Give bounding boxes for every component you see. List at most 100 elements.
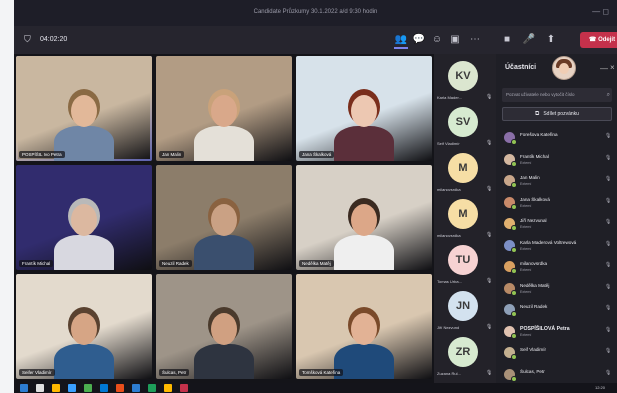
mic-off-icon[interactable]: 🎙 (605, 284, 611, 290)
explorer-icon[interactable] (52, 384, 60, 392)
participant-face (211, 95, 237, 127)
rail-participant[interactable]: TU Tomas Urba... 🎙 (434, 242, 496, 288)
avatar[interactable] (552, 56, 576, 80)
participant-role: Externí (520, 332, 532, 337)
participant-video (329, 299, 399, 379)
start-icon[interactable] (20, 384, 28, 392)
rail-participant-name: Tomas Urba... (437, 279, 462, 284)
participant-role: Externí (520, 268, 532, 272)
video-tile[interactable]: Jana Škalková (296, 56, 432, 161)
participant-name: Nedělka Matěj (520, 282, 550, 288)
mic-off-icon[interactable]: 🎙 (605, 198, 611, 204)
chrome-icon[interactable] (180, 384, 188, 392)
mic-off-icon[interactable]: 🎙 (605, 133, 611, 139)
participant-video (329, 81, 399, 161)
mic-off-icon[interactable]: 🎙 (605, 155, 611, 161)
video-tile[interactable]: Neuzil Radek (156, 165, 292, 270)
participant-row[interactable]: Seif Vladimír 🎙 (496, 343, 617, 366)
reactions-icon[interactable]: ☺ (430, 33, 444, 47)
mic-off-icon[interactable]: 🎙 (605, 241, 611, 247)
chat-icon[interactable]: 💬 (412, 33, 426, 47)
mic-off-icon[interactable]: 🎙 (605, 348, 611, 354)
rail-participant-name: Karla Mader... (437, 95, 462, 100)
rail-participant[interactable]: SV Seif Vladimír 🎙 (434, 104, 496, 150)
mic-off-icon[interactable]: 🎙 (605, 176, 611, 182)
teams-icon[interactable] (148, 384, 156, 392)
camera-icon[interactable]: ■ (500, 33, 514, 47)
folder-icon[interactable] (164, 384, 172, 392)
participant-face (211, 204, 237, 236)
leave-button[interactable]: ☎ Odejít (580, 32, 617, 48)
mic-off-icon: 🎙 (486, 370, 493, 376)
participant-row[interactable]: Nedělka Matěj Externí 🎙 (496, 279, 617, 302)
participant-name: Karla Maderová Voltrewová (520, 239, 577, 245)
mic-off-icon[interactable]: 🎙 (605, 370, 611, 376)
minimize-icon[interactable]: — (600, 64, 608, 73)
rail-participant[interactable]: JN Jiří Nezvund 🎙 (434, 288, 496, 334)
initials-avatar: M (448, 199, 478, 229)
participant-row[interactable]: Jana Škalková Externí 🎙 (496, 193, 617, 216)
outlook-icon[interactable] (132, 384, 140, 392)
rail-participant[interactable]: KV Karla Mader... 🎙 (434, 58, 496, 104)
video-tile[interactable]: POSPÍŠIL Ivo Petra (16, 56, 152, 161)
mic-off-icon: 🎙 (486, 232, 493, 238)
participant-role: Externí (520, 182, 532, 186)
word-icon[interactable] (100, 384, 108, 392)
share-icon[interactable]: ⬆ (544, 33, 558, 47)
participant-row[interactable]: milanovsrdka Externí 🎙 (496, 257, 617, 280)
mic-off-icon[interactable]: 🎙 (605, 262, 611, 268)
video-tile[interactable]: Šulcas, Petr (156, 274, 292, 379)
close-icon[interactable]: × (610, 63, 615, 72)
participant-row[interactable]: Frantík Michal Externí 🎙 (496, 150, 617, 173)
mic-off-icon: 🎙 (486, 186, 493, 192)
page-margin (0, 0, 14, 393)
participant-video (189, 190, 259, 270)
video-tile[interactable]: Nedělka Matěj (296, 165, 432, 270)
teams-meeting-window: Candidate Průzkumy 30.1.2022 a/d 9:30 ho… (0, 0, 617, 393)
participant-face (351, 95, 377, 127)
video-tile[interactable]: Frantík Michal (16, 165, 152, 270)
window-controls[interactable]: — ◻ (592, 7, 609, 16)
participant-row[interactable]: Jan Malin Externí 🎙 (496, 171, 617, 194)
participant-role: Externí (520, 246, 532, 251)
presence-dot (511, 311, 517, 317)
participant-row[interactable]: Forešova Kateřina 🎙 (496, 128, 617, 151)
invite-search-input[interactable]: Pozvat uživatele nebo vytočit číslo ⌕ (502, 88, 612, 102)
participant-body (334, 126, 394, 161)
participant-video (329, 190, 399, 270)
participant-avatar (504, 282, 517, 296)
search-icon: ⌕ (606, 92, 610, 98)
rail-participant[interactable]: Mmilanovsrdka 🎙 (434, 150, 496, 196)
participants-panel: Účastníci — × Pozvat uživatele nebo vyto… (496, 54, 617, 383)
participant-role: Externí (520, 203, 532, 208)
more-icon[interactable]: ⋯ (468, 33, 482, 47)
rooms-icon[interactable]: ▣ (448, 33, 462, 47)
search-icon[interactable] (36, 384, 44, 392)
participant-row[interactable]: Jiří Nezvunal Externí 🎙 (496, 214, 617, 237)
video-tile[interactable]: Seifer Vladimír (16, 274, 152, 379)
participant-row[interactable]: POSPÍŠILOVÁ Petra Externí 🎙 (496, 322, 617, 345)
mic-off-icon[interactable]: 🎙 (605, 305, 611, 311)
share-invite-button[interactable]: ⧉ Sdílet pozvánku (502, 107, 612, 121)
video-tile[interactable]: Jan Malin (156, 56, 292, 161)
rail-participant[interactable]: Mmilanovsrdka 🎙 (434, 196, 496, 242)
mic-off-icon[interactable]: 🎙 (605, 219, 611, 225)
participant-nameplate: Nedělka Matěj (299, 260, 334, 267)
powerpoint-icon[interactable] (116, 384, 124, 392)
mic-off-icon: 🎙 (486, 94, 493, 100)
panel-title: Účastníci (505, 64, 537, 71)
mic-off-icon[interactable]: 🎙 (605, 327, 611, 333)
participant-row[interactable]: Neuzil Radek 🎙 (496, 300, 617, 323)
video-tile[interactable]: Tomšková Kateřina (296, 274, 432, 379)
participant-row[interactable]: Karla Maderová Voltrewová Externí 🎙 (496, 236, 617, 259)
participant-nameplate: Jana Škalková (299, 151, 335, 158)
excel-icon[interactable] (84, 384, 92, 392)
mic-off-icon: 🎙 (486, 324, 493, 330)
participant-body (54, 344, 114, 379)
mic-icon[interactable]: 🎤 (522, 33, 536, 47)
initials-avatar: SV (448, 107, 478, 137)
people-icon[interactable]: 👥 (394, 33, 408, 49)
rail-participant-name: Zuzana Rul... (437, 371, 461, 376)
rail-participant[interactable]: ZR Zuzana Rul... 🎙 (434, 334, 496, 380)
edge-icon[interactable] (68, 384, 76, 392)
